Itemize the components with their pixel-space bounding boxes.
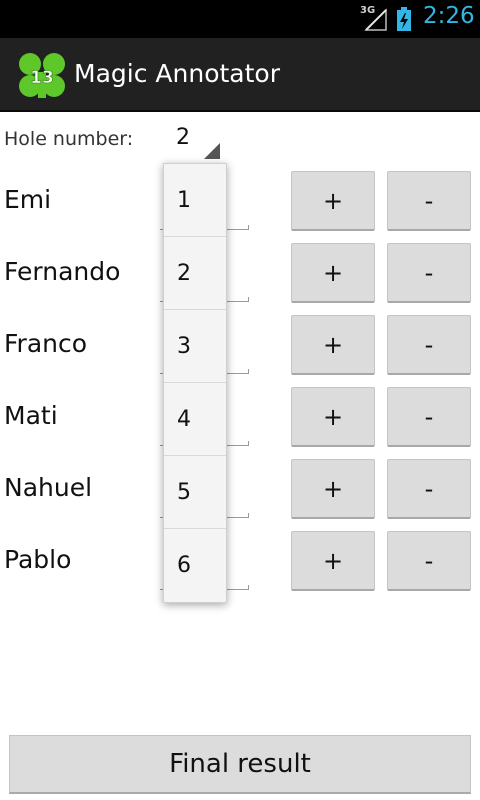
minus-button[interactable]: - [387,243,471,303]
app-logo-icon[interactable]: 13 [16,50,68,100]
dropdown-option[interactable]: 4 [164,383,226,456]
signal-icon: 3G [360,5,390,32]
status-bar: 3G 2:26 [0,0,480,38]
final-result-button[interactable]: Final result [9,735,471,794]
plus-button[interactable]: + [291,387,375,447]
network-type: 3G [360,5,376,16]
player-row: Mati + - [0,387,480,459]
player-name: Emi [4,185,52,214]
dropdown-option[interactable]: 6 [164,529,226,601]
player-row: Nahuel + - [0,459,480,531]
player-name: Nahuel [4,473,93,502]
hole-number-label: Hole number: [4,128,134,150]
minus-button[interactable]: - [387,171,471,231]
plus-button[interactable]: + [291,459,375,519]
hole-number-value: 2 [176,125,190,150]
player-row: Fernando + - [0,243,480,315]
dropdown-option-label: 6 [177,553,191,578]
dropdown-option[interactable]: 1 [164,164,226,237]
minus-button[interactable]: - [387,531,471,591]
dropdown-option-label: 2 [177,261,191,286]
action-bar: 13 Magic Annotator [0,38,480,112]
player-row: Franco + - [0,315,480,387]
plus-button[interactable]: + [291,315,375,375]
player-row: Pablo + - [0,531,480,603]
player-row: Emi + - [0,171,480,243]
player-name: Mati [4,401,58,430]
plus-button[interactable]: + [291,171,375,231]
hole-number-dropdown: 1 2 3 4 5 6 [163,163,227,603]
minus-button[interactable]: - [387,459,471,519]
dropdown-option-label: 3 [177,334,191,359]
dropdown-option[interactable]: 5 [164,456,226,529]
dropdown-option-label: 4 [177,407,191,432]
plus-button[interactable]: + [291,243,375,303]
dropdown-arrow-icon [204,143,220,159]
minus-button[interactable]: - [387,387,471,447]
player-name: Franco [4,329,88,358]
battery-charging-icon [397,7,411,31]
dropdown-option[interactable]: 3 [164,310,226,383]
hole-number-spinner[interactable]: 2 [164,120,222,162]
player-name: Fernando [4,257,121,286]
minus-button[interactable]: - [387,315,471,375]
dropdown-option-label: 1 [177,188,191,213]
player-name: Pablo [4,545,72,574]
status-clock: 2:26 [423,3,475,29]
dropdown-option[interactable]: 2 [164,237,226,310]
svg-text:13: 13 [30,68,54,88]
plus-button[interactable]: + [291,531,375,591]
dropdown-option-label: 5 [177,480,191,505]
app-title: Magic Annotator [74,59,280,88]
